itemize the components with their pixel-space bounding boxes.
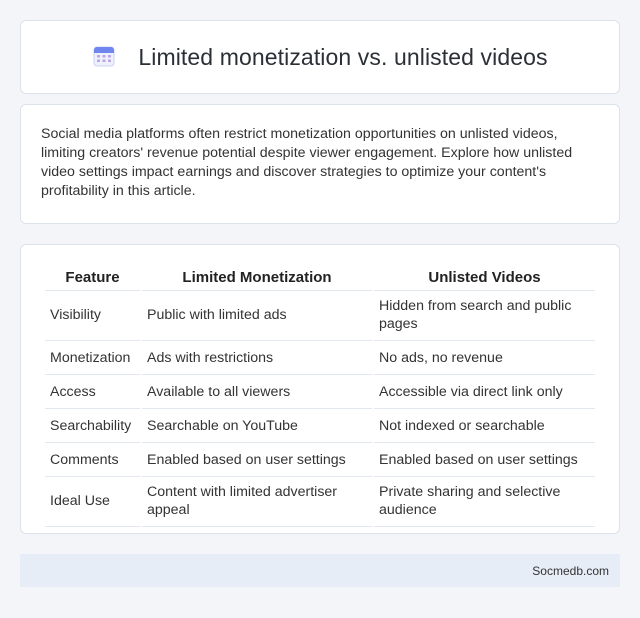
table-row: Comments Enabled based on user settings … xyxy=(45,443,595,477)
row-unlisted-value: Private sharing and selective audience xyxy=(374,477,595,527)
row-limited-value: Public with limited ads xyxy=(142,291,372,341)
comparison-table: Feature Limited Monetization Unlisted Vi… xyxy=(43,267,597,527)
row-unlisted-value: Hidden from search and public pages xyxy=(374,291,595,341)
row-limited-value: Enabled based on user settings xyxy=(142,443,372,477)
footer-site-link[interactable]: Socmedb.com xyxy=(532,564,609,578)
row-unlisted-value: No ads, no revenue xyxy=(374,341,595,375)
calendar-icon xyxy=(93,46,115,67)
header-limited-monetization: Limited Monetization xyxy=(142,267,372,291)
table-row: Searchability Searchable on YouTube Not … xyxy=(45,409,595,443)
header-unlisted-videos: Unlisted Videos xyxy=(374,267,595,291)
row-feature: Access xyxy=(45,375,140,409)
row-feature: Visibility xyxy=(45,291,140,341)
header-feature: Feature xyxy=(45,267,140,291)
title-card: Limited monetization vs. unlisted videos xyxy=(20,20,620,94)
row-feature: Ideal Use xyxy=(45,477,140,527)
row-feature: Comments xyxy=(45,443,140,477)
row-feature: Searchability xyxy=(45,409,140,443)
table-row: Access Available to all viewers Accessib… xyxy=(45,375,595,409)
footer: Socmedb.com xyxy=(20,554,620,587)
intro-card: Social media platforms often restrict mo… xyxy=(20,104,620,224)
table-header-row: Feature Limited Monetization Unlisted Vi… xyxy=(45,267,595,291)
row-limited-value: Ads with restrictions xyxy=(142,341,372,375)
row-limited-value: Content with limited advertiser appeal xyxy=(142,477,372,527)
row-limited-value: Searchable on YouTube xyxy=(142,409,372,443)
table-row: Ideal Use Content with limited advertise… xyxy=(45,477,595,527)
page-title: Limited monetization vs. unlisted videos xyxy=(138,43,548,70)
row-unlisted-value: Accessible via direct link only xyxy=(374,375,595,409)
row-unlisted-value: Not indexed or searchable xyxy=(374,409,595,443)
row-limited-value: Available to all viewers xyxy=(142,375,372,409)
table-row: Visibility Public with limited ads Hidde… xyxy=(45,291,595,341)
comparison-card: Feature Limited Monetization Unlisted Vi… xyxy=(20,244,620,534)
row-unlisted-value: Enabled based on user settings xyxy=(374,443,595,477)
intro-paragraph: Social media platforms often restrict mo… xyxy=(41,126,573,199)
row-feature: Monetization xyxy=(45,341,140,375)
table-row: Monetization Ads with restrictions No ad… xyxy=(45,341,595,375)
